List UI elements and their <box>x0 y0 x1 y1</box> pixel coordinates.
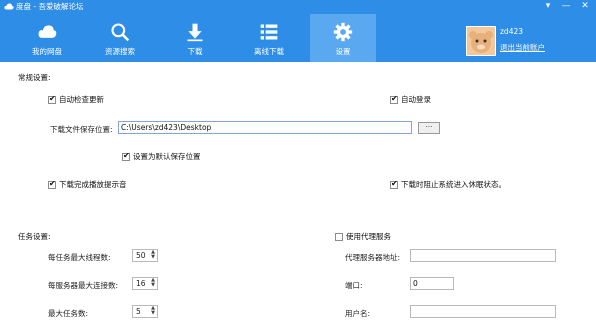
window-menu-button[interactable]: ▾ <box>540 0 556 13</box>
auto-login-checkbox[interactable] <box>390 94 398 104</box>
window-title: 度盘 - 吾爱破解论坛 <box>16 2 84 11</box>
auto-login-checkbox-row[interactable]: 自动登录 <box>390 94 431 105</box>
nav-label: 我的网盘 <box>32 47 62 56</box>
general-settings-title: 常规设置: <box>18 73 51 82</box>
proxy-server-input[interactable] <box>410 249 556 262</box>
nav-item-download[interactable]: 下载 <box>162 14 228 62</box>
proxy-port-input[interactable]: 0 <box>410 277 454 290</box>
set-default-checkbox[interactable] <box>122 151 130 161</box>
notify-sound-checkbox[interactable] <box>48 179 56 189</box>
max-tasks-value: 5 <box>136 307 141 316</box>
username: zd423 <box>500 27 524 36</box>
stepper-arrows-icon[interactable]: ▲ ▼ <box>150 250 156 261</box>
nav-label: 下载 <box>187 47 203 56</box>
nav-item-my-disk[interactable]: 我的网盘 <box>14 14 80 62</box>
title-bar: 度盘 - 吾爱破解论坛 ▾ — ✕ <box>0 0 596 14</box>
max-connections-stepper[interactable]: 16 ▲ ▼ <box>132 277 158 290</box>
max-tasks-label: 最大任务数: <box>48 309 89 318</box>
set-default-checkbox-row[interactable]: 设置为默认保存位置 <box>122 151 201 162</box>
logout-link[interactable]: 退出当前账户 <box>500 42 545 53</box>
set-default-label: 设置为默认保存位置 <box>133 152 201 161</box>
task-settings-title: 任务设置: <box>18 232 51 241</box>
prevent-sleep-label: 下载时阻止系统进入休眠状态。 <box>401 180 506 189</box>
proxy-port-label: 端口: <box>345 281 363 290</box>
stepper-arrows-icon[interactable]: ▲ ▼ <box>150 278 156 289</box>
proxy-username-label: 用户名: <box>345 309 371 318</box>
use-proxy-label: 使用代理服务 <box>346 232 391 241</box>
proxy-server-label: 代理服务器地址: <box>345 253 401 262</box>
avatar[interactable] <box>466 26 496 56</box>
notify-sound-checkbox-row[interactable]: 下载完成播放提示音 <box>48 179 127 190</box>
max-tasks-stepper[interactable]: 5 ▲ ▼ <box>132 305 158 318</box>
max-threads-value: 50 <box>136 251 146 260</box>
download-icon <box>187 23 203 42</box>
use-proxy-checkbox-row[interactable]: 使用代理服务 <box>335 231 391 242</box>
cloud-icon <box>38 25 57 38</box>
save-path-label: 下载文件保存位置: <box>50 125 113 134</box>
auto-update-checkbox[interactable] <box>48 94 56 104</box>
browse-button[interactable]: ··· <box>418 122 440 134</box>
nav-label: 设置 <box>335 47 351 56</box>
prevent-sleep-checkbox-row[interactable]: 下载时阻止系统进入休眠状态。 <box>390 179 506 190</box>
max-connections-value: 16 <box>136 279 146 288</box>
gear-icon <box>333 22 353 42</box>
stepper-arrows-icon[interactable]: ▲ ▼ <box>150 306 156 317</box>
nav-item-resource-search[interactable]: 资源搜索 <box>87 14 153 62</box>
top-bar: 度盘 - 吾爱破解论坛 ▾ — ✕ 我的网盘 资源搜索 下载 离线下载 设置 z… <box>0 0 596 62</box>
save-path-input[interactable]: C:\Users\zd423\Desktop <box>118 121 412 134</box>
cloud-logo-icon <box>4 3 14 10</box>
notify-sound-label: 下载完成播放提示音 <box>59 180 127 189</box>
proxy-username-input[interactable] <box>410 305 556 318</box>
list-icon <box>260 24 278 40</box>
nav-item-offline-download[interactable]: 离线下载 <box>236 14 302 62</box>
minimize-button[interactable]: — <box>558 0 574 13</box>
prevent-sleep-checkbox[interactable] <box>390 179 398 189</box>
max-connections-label: 每服务器最大连接数: <box>48 281 119 290</box>
max-threads-stepper[interactable]: 50 ▲ ▼ <box>132 249 158 262</box>
close-button[interactable]: ✕ <box>577 0 593 13</box>
max-threads-label: 每任务最大线程数: <box>48 253 111 262</box>
search-icon <box>111 23 130 42</box>
nav-item-settings[interactable]: 设置 <box>310 14 376 62</box>
nav-label: 离线下载 <box>254 47 284 56</box>
auto-update-label: 自动检查更新 <box>59 95 104 104</box>
auto-update-checkbox-row[interactable]: 自动检查更新 <box>48 94 104 105</box>
auto-login-label: 自动登录 <box>401 95 431 104</box>
nav-label: 资源搜索 <box>105 47 135 56</box>
use-proxy-checkbox[interactable] <box>335 232 343 241</box>
avatar-image <box>469 31 493 53</box>
